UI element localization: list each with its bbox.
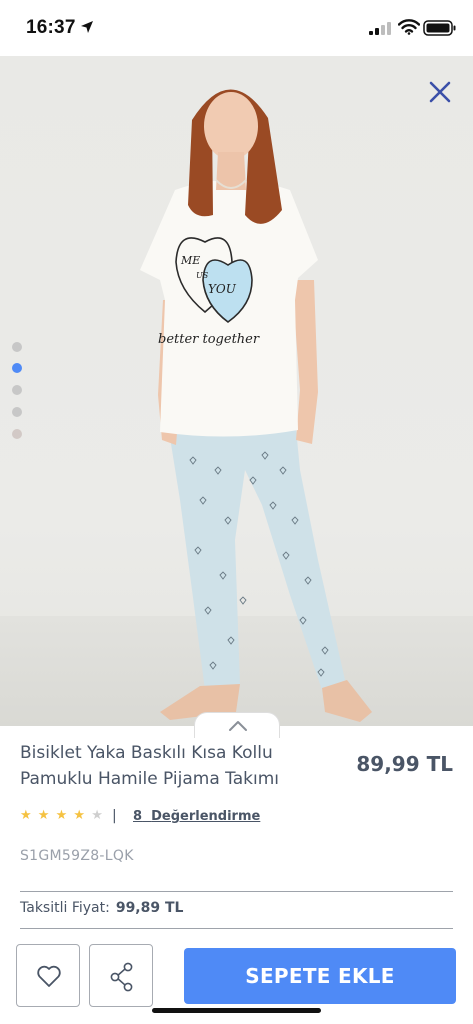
carousel-dot-active[interactable] — [12, 363, 22, 373]
favorite-button[interactable] — [16, 944, 80, 1007]
product-title-line: Pamuklu Hamile Pijama Takımı — [20, 769, 280, 789]
rating-stars: ★ ★ ★ ★ ★ — [20, 808, 104, 823]
divider — [20, 928, 453, 929]
divider — [20, 891, 453, 892]
chevron-up-icon — [229, 721, 247, 731]
product-title: Bisiklet Yaka Baskılı Kısa Kollu Pamuklu… — [20, 740, 350, 792]
shirt-print-us: US — [196, 271, 209, 280]
review-count: 8 — [133, 809, 143, 824]
carousel-indicator — [12, 342, 24, 442]
add-to-cart-button[interactable]: SEPETE EKLE — [184, 948, 456, 1004]
shirt-print-tagline: better together — [158, 332, 260, 347]
expand-details-button[interactable] — [194, 712, 280, 738]
product-image[interactable]: ME US YOU better together — [0, 56, 473, 726]
installment-label: Taksitli Fiyat: — [20, 900, 110, 916]
star-icon: ★ — [20, 808, 33, 823]
heart-icon — [37, 965, 61, 987]
review-label: Değerlendirme — [151, 809, 261, 824]
shirt-print-me: ME — [180, 254, 200, 267]
installment-price-row: Taksitli Fiyat: 99,89 TL — [20, 900, 183, 916]
cellular-signal-icon — [369, 22, 391, 35]
carousel-dot[interactable] — [12, 407, 22, 417]
star-icon: ★ — [55, 808, 69, 823]
product-title-line: Bisiklet Yaka Baskılı Kısa Kollu — [20, 743, 273, 763]
home-indicator[interactable] — [152, 1008, 321, 1013]
carousel-dot[interactable] — [12, 429, 22, 439]
model-photo-illustration: ME US YOU better together — [140, 89, 372, 722]
star-icon: ★ — [37, 808, 51, 823]
share-button[interactable] — [89, 944, 153, 1007]
installment-price: 99,89 TL — [115, 900, 184, 916]
rating-separator: | — [112, 808, 117, 824]
status-time: 16:37 — [26, 17, 76, 38]
battery-icon — [423, 20, 456, 36]
share-icon — [110, 962, 133, 992]
product-price: 89,99 TL — [356, 752, 453, 776]
reviews-link[interactable]: 8 Değerlendirme — [133, 809, 260, 824]
wifi-icon — [398, 19, 420, 35]
star-icon: ★ — [73, 808, 87, 823]
close-icon[interactable] — [425, 77, 455, 107]
carousel-dot[interactable] — [12, 385, 22, 395]
star-empty-icon: ★ — [91, 808, 104, 823]
shirt-print-you: YOU — [208, 282, 237, 296]
status-bar: 16:37 — [0, 0, 473, 56]
product-sku: S1GM59Z8-LQK — [20, 848, 134, 864]
carousel-dot[interactable] — [12, 342, 22, 352]
location-arrow-icon — [81, 21, 93, 33]
